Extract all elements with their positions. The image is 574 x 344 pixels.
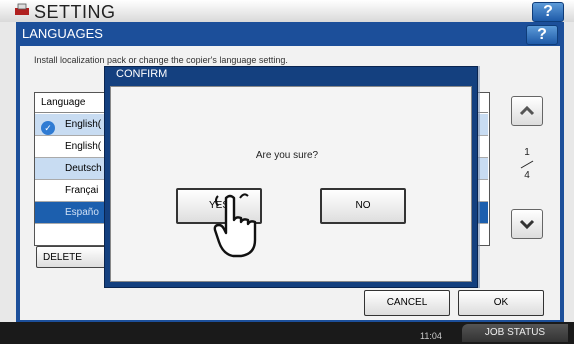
ok-button[interactable]: OK [458, 290, 544, 316]
chevron-down-icon [519, 219, 535, 230]
panel-description: Install localization pack or change the … [34, 55, 288, 65]
printer-setting-icon [15, 3, 29, 15]
hand-pointer-icon [213, 193, 257, 258]
list-item-label: English( [65, 119, 102, 130]
dialog-body [110, 86, 472, 282]
list-item-label: Françai [65, 185, 99, 196]
delete-button[interactable]: DELETE [36, 246, 106, 268]
list-item-label: Deutsch [65, 163, 102, 174]
app-help-button[interactable]: ? [532, 2, 564, 22]
no-button[interactable]: NO [320, 188, 406, 224]
clock-time: 11:04 [420, 331, 442, 341]
app-title: SETTING [34, 2, 116, 22]
dialog-question: Are you sure? [255, 150, 319, 161]
page-total: 4 [524, 170, 530, 181]
scroll-up-button[interactable] [511, 96, 543, 126]
job-status-button[interactable]: JOB STATUS [462, 324, 568, 342]
panel-title: LANGUAGES [22, 26, 103, 41]
chevron-up-icon [519, 105, 535, 116]
scroll-down-button[interactable] [511, 209, 543, 239]
dialog-title: CONFIRM [116, 68, 168, 80]
cancel-button[interactable]: CANCEL [364, 290, 450, 316]
check-circle-icon: ✓ [41, 121, 55, 135]
panel-help-button[interactable]: ? [526, 25, 558, 45]
list-item-label: Españo [65, 207, 99, 218]
